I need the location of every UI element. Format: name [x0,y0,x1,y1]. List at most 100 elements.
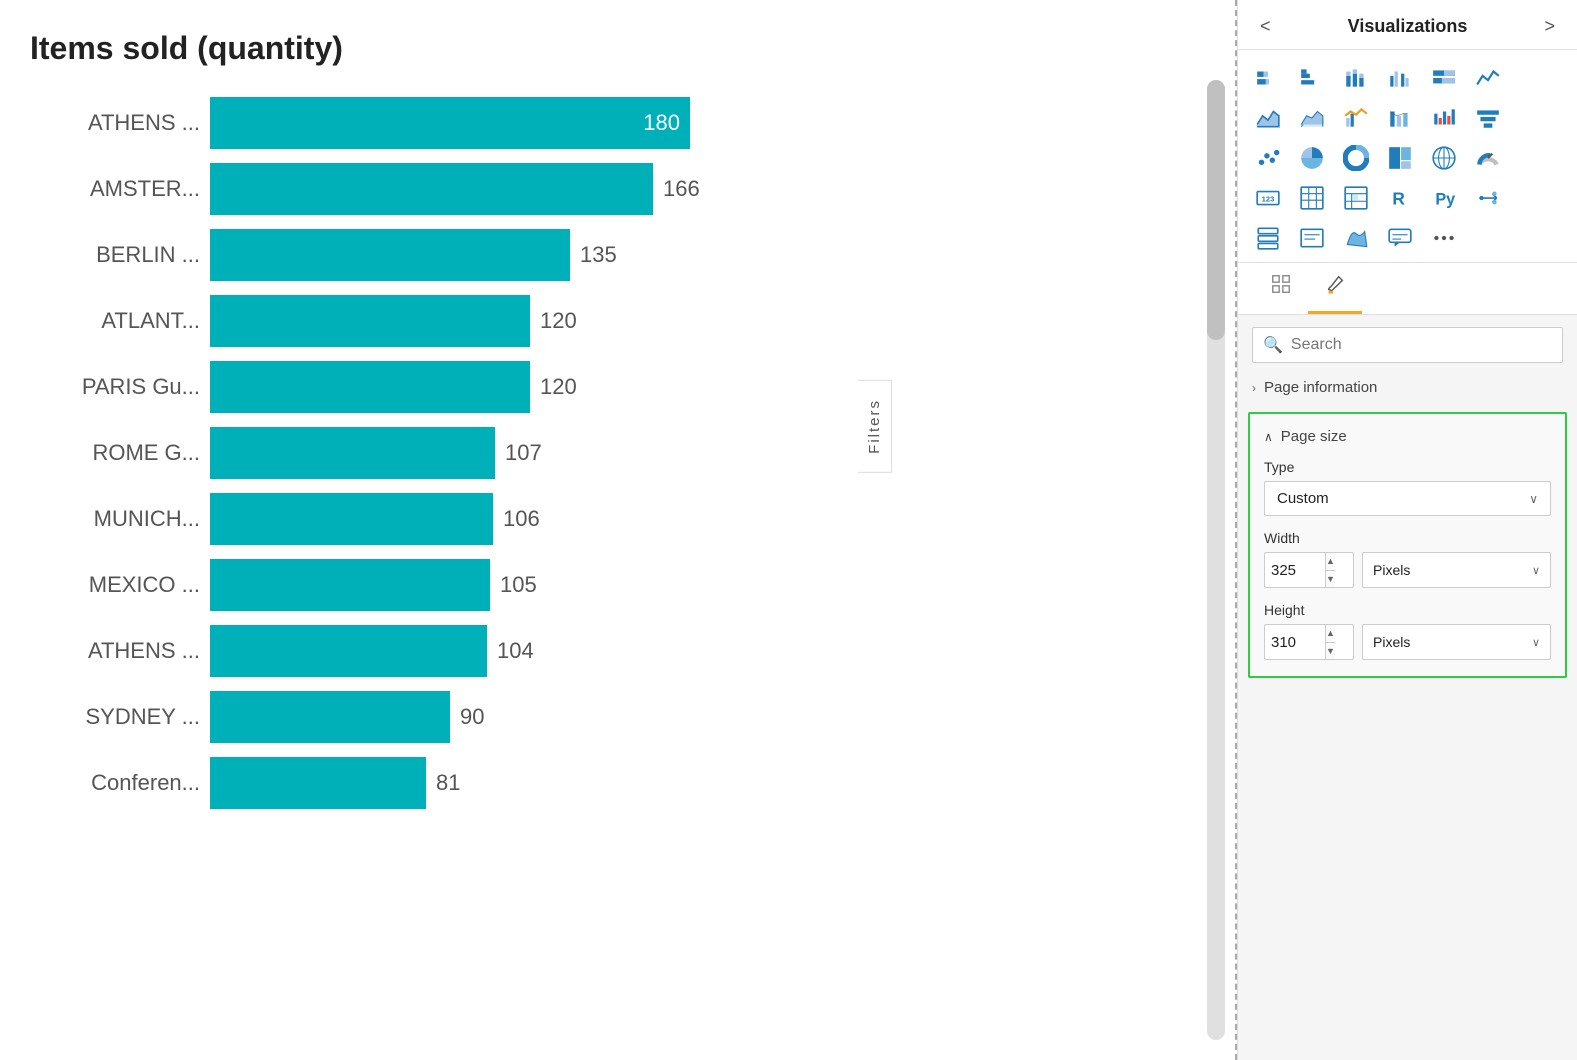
height-up-btn[interactable]: ▲ [1326,625,1335,643]
viz-slicer[interactable] [1248,220,1288,256]
bar-value: 180 [643,110,680,136]
bar-value: 107 [505,440,542,466]
nav-prev-button[interactable]: < [1254,14,1277,39]
page-size-header[interactable]: ∧ Page size [1264,428,1551,445]
bar-row: PARIS Gu... 120 [30,361,1155,413]
width-unit-dropdown[interactable]: Pixels ∨ [1362,552,1551,588]
bar-fill [210,229,570,281]
search-input[interactable] [1291,336,1552,354]
viz-shape-map[interactable] [1336,220,1376,256]
visualizations-panel: < Visualizations > [1237,0,1577,1060]
chart-title: Items sold (quantity) [30,30,1215,67]
type-dropdown[interactable]: Custom ∨ [1264,481,1551,516]
filters-tab[interactable]: Filters [858,380,892,473]
scrollbar-track[interactable] [1207,80,1225,1040]
height-unit-caret: ∨ [1532,636,1540,649]
bar-row: ROME G...107 [30,427,1155,479]
panel-header: < Visualizations > [1238,0,1577,50]
width-label: Width [1264,530,1551,546]
bar-container: 107 [210,427,1155,479]
viz-matrix[interactable] [1336,180,1376,216]
viz-line[interactable] [1468,60,1508,96]
search-box[interactable]: 🔍 [1252,327,1563,363]
viz-clustered-col[interactable] [1380,60,1420,96]
viz-clustered-bar[interactable] [1292,60,1332,96]
scrollbar-thumb[interactable] [1207,80,1225,340]
bar-fill [210,427,495,479]
page-information-header[interactable]: › Page information [1238,371,1577,404]
viz-table[interactable] [1292,180,1332,216]
tab-fields[interactable] [1254,263,1308,314]
bar-label: PARIS Gu... [30,374,200,400]
viz-text-box[interactable] [1292,220,1332,256]
viz-stacked-col[interactable] [1336,60,1376,96]
page-information-chevron: › [1252,381,1256,395]
viz-more-options[interactable] [1424,220,1464,256]
viz-icon-row-2 [1248,100,1567,136]
width-unit-value: Pixels [1373,562,1410,578]
width-up-btn[interactable]: ▲ [1326,553,1335,571]
bar-container: 106 [210,493,1155,545]
bar-value: 105 [500,572,537,598]
bar-label: MUNICH... [30,506,200,532]
viz-map[interactable] [1424,140,1464,176]
bar-container: 120 [210,361,1155,413]
width-input[interactable] [1265,562,1325,579]
viz-gauge[interactable] [1468,140,1508,176]
type-dropdown-caret: ∨ [1529,492,1538,506]
bar-container: 105 [210,559,1155,611]
page-size-section: ∧ Page size Type Custom ∨ Width ▲ ▼ [1248,412,1567,678]
viz-ribbon[interactable] [1380,100,1420,136]
svg-text:123: 123 [1262,194,1275,203]
page-size-label: Page size [1281,428,1347,445]
nav-next-button[interactable]: > [1538,14,1561,39]
height-unit-dropdown[interactable]: Pixels ∨ [1362,624,1551,660]
height-down-btn[interactable]: ▼ [1326,643,1335,660]
bar-row: MUNICH... 106 [30,493,1155,545]
viz-card[interactable]: 123 [1248,180,1288,216]
viz-funnel[interactable] [1468,100,1508,136]
viz-stacked-bar[interactable] [1248,60,1288,96]
viz-stacked-area[interactable] [1292,100,1332,136]
bar-row: ATHENS ... 180 [30,97,1155,149]
viz-scatter[interactable] [1248,140,1288,176]
bar-label: ATHENS ... [30,110,200,136]
format-tab-bar [1238,263,1577,315]
viz-r-visual[interactable]: R [1380,180,1420,216]
viz-icon-row-1 [1248,60,1567,96]
width-field: Width ▲ ▼ Pixels ∨ [1264,530,1551,588]
bar-fill [210,625,487,677]
viz-python[interactable]: Py [1424,180,1464,216]
viz-smart-narrative[interactable] [1380,220,1420,256]
viz-waterfall[interactable] [1424,100,1464,136]
page-information-label: Page information [1264,379,1377,396]
bar-container: 81 [210,757,1155,809]
viz-icon-row-3 [1248,140,1567,176]
svg-text:Py: Py [1435,191,1455,209]
bar-fill [210,757,426,809]
height-input-wrap[interactable]: ▲ ▼ [1264,624,1354,660]
bar-label: AMSTER... [30,176,200,202]
viz-decomp-tree[interactable] [1468,180,1508,216]
viz-line-clustered[interactable] [1336,100,1376,136]
width-unit-caret: ∨ [1532,564,1540,577]
height-input[interactable] [1265,634,1325,651]
viz-100pct-bar[interactable] [1424,60,1464,96]
bar-label: Conferen... [30,770,200,796]
viz-area[interactable] [1248,100,1288,136]
chart-panel: Items sold (quantity) ATHENS ... 180 AMSTE… [0,0,1235,1060]
bar-value: 120 [540,374,577,400]
bar-value: 90 [460,704,484,730]
bar-row: ATHENS ...104 [30,625,1155,677]
width-down-btn[interactable]: ▼ [1326,571,1335,588]
viz-icon-row-5 [1248,220,1567,256]
viz-treemap[interactable] [1380,140,1420,176]
bar-row: ATLANT...120 [30,295,1155,347]
viz-pie[interactable] [1292,140,1332,176]
width-input-wrap[interactable]: ▲ ▼ [1264,552,1354,588]
tab-format[interactable] [1308,263,1362,314]
type-value: Custom [1277,490,1329,507]
viz-donut[interactable] [1336,140,1376,176]
bar-container: 104 [210,625,1155,677]
page-size-chevron: ∧ [1264,430,1273,444]
